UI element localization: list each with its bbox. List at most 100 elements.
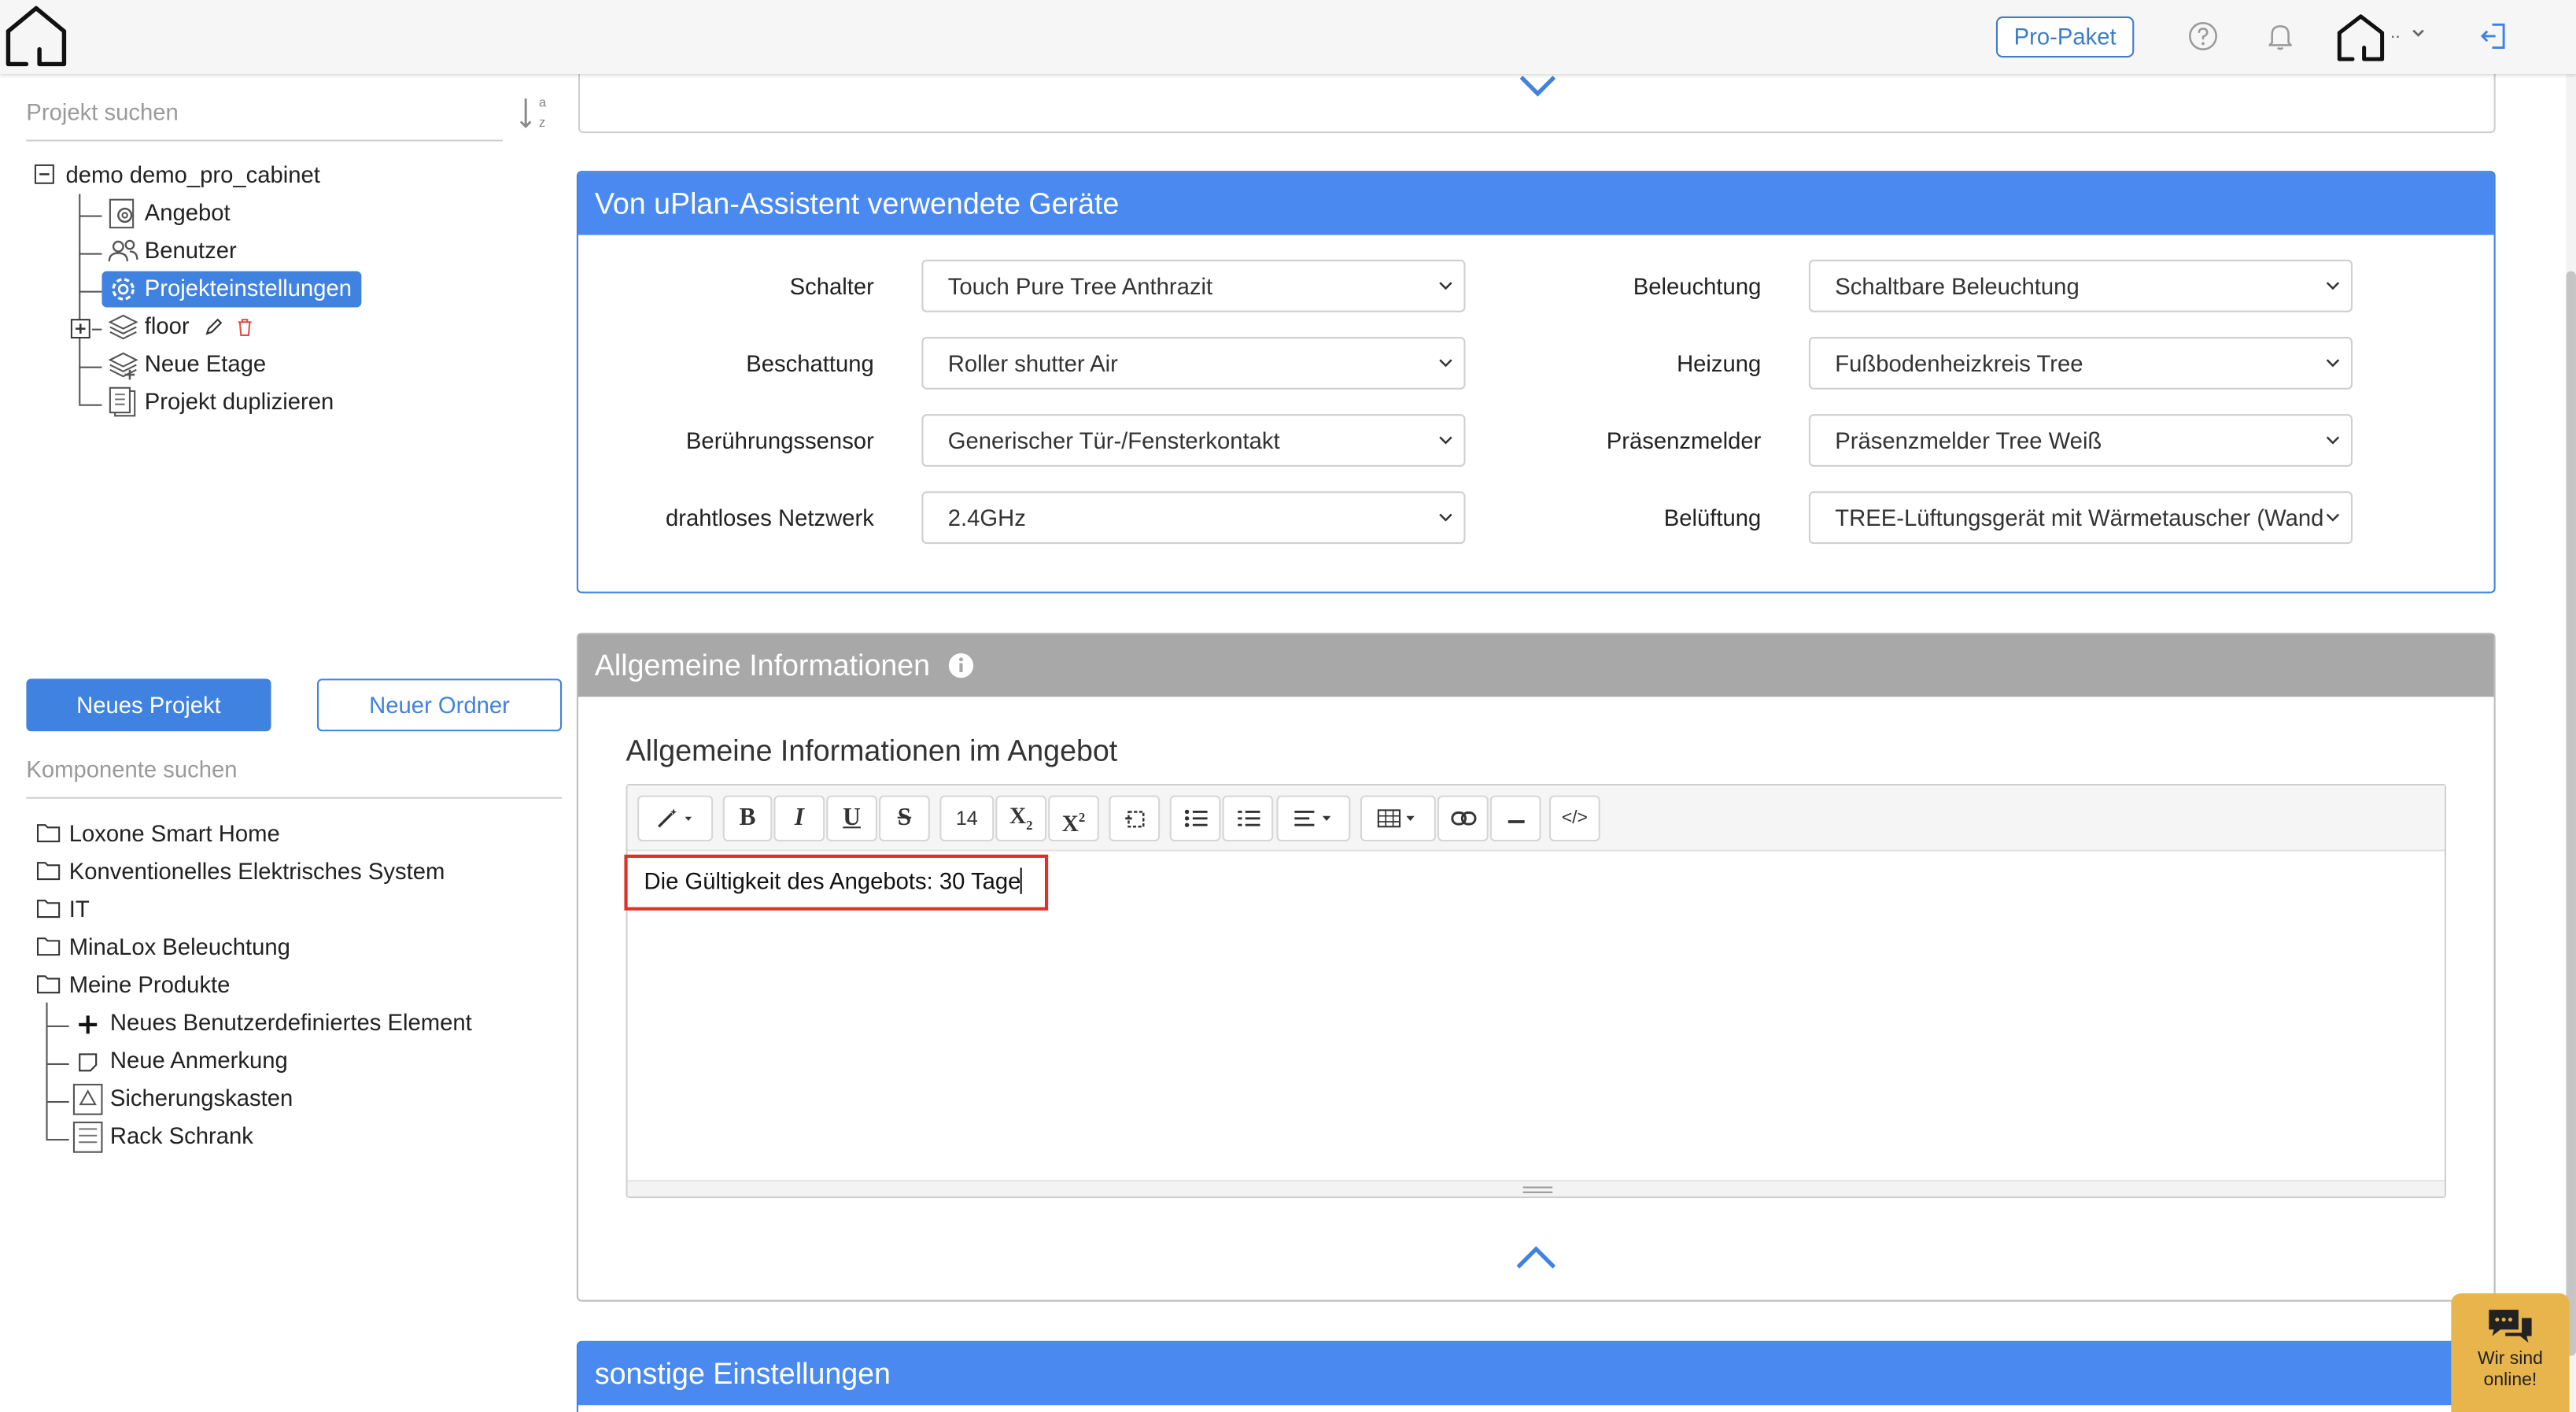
new-project-button[interactable]: Neues Projekt [26, 678, 271, 732]
tree-connector [91, 328, 102, 331]
note-icon [79, 1053, 98, 1072]
schalter-select[interactable]: Touch Pure Tree Anthrazit [921, 259, 1466, 312]
layers-icon [108, 314, 138, 340]
editor-toolbar: B I U S 14 X2 X2 </> [627, 785, 2445, 852]
page-scrollbar[interactable] [2566, 73, 2576, 1412]
beleuchtung-select[interactable]: Schaltbare Beleuchtung [1808, 259, 2353, 312]
rich-text-editor: B I U S 14 X2 X2 </> [626, 783, 2447, 1199]
eraser-button[interactable] [1109, 795, 1161, 842]
trash-icon[interactable] [235, 317, 255, 337]
tree-connector [46, 1138, 69, 1141]
belueftung-select[interactable]: TREE-Lüftungsgerät mit Wärmetauscher (Wa… [1808, 491, 2353, 545]
chevron-down-icon[interactable] [2410, 24, 2427, 41]
tree-item-projekteinstellungen[interactable]: Projekteinstellungen [101, 271, 362, 308]
select-value: 2.4GHz [947, 505, 1026, 531]
devices-panel-title: Von uPlan-Assistent verwendete Geräte [578, 172, 2494, 235]
select-value: Schaltbare Beleuchtung [1835, 272, 2080, 300]
help-icon[interactable] [2187, 20, 2220, 53]
table-icon [1377, 809, 1415, 828]
general-info-title: Allgemeine Informationen [594, 649, 931, 682]
tree-item-angebot[interactable]: Angebot [145, 199, 231, 225]
link-icon [1450, 811, 1476, 826]
subscript-button[interactable]: X2 [995, 795, 1047, 842]
item-sicherungskasten[interactable]: Sicherungskasten [110, 1085, 293, 1111]
chevron-down-icon [1439, 282, 1452, 290]
new-folder-button[interactable]: Neuer Ordner [316, 678, 563, 732]
folder-loxone-smart-home[interactable]: Loxone Smart Home [69, 820, 280, 846]
item-neues-benutzerdefiniertes-element[interactable]: Neues Benutzerdefiniertes Element [110, 1009, 472, 1035]
tree-item-label: Projekteinstellungen [144, 274, 352, 301]
underline-button[interactable]: U [826, 795, 877, 842]
superscript-button[interactable]: X2 [1048, 795, 1099, 842]
tree-item-projekt-duplizieren[interactable]: Projekt duplizieren [145, 388, 334, 414]
tree-connector [79, 366, 102, 368]
user-house-icon[interactable] [2334, 12, 2387, 65]
folder-it[interactable]: IT [69, 896, 90, 922]
italic-button[interactable]: I [773, 795, 825, 842]
tree-connector [46, 1063, 69, 1066]
tree-item-neue-etage[interactable]: Neue Etage [145, 350, 266, 376]
sort-az-icon[interactable]: a z [516, 94, 552, 136]
item-neue-anmerkung[interactable]: Neue Anmerkung [110, 1047, 288, 1073]
chat-widget[interactable]: Wir sind online! [2451, 1293, 2570, 1412]
editor-resize-bar[interactable] [627, 1180, 2445, 1197]
praesenzmelder-select[interactable]: Präsenzmelder Tree Weiß [1808, 414, 2353, 467]
folder-icon [36, 937, 61, 956]
project-search-input[interactable]: Projekt suchen [26, 98, 503, 142]
horizontal-rule-button[interactable] [1489, 795, 1541, 842]
select-value: Fußbodenheizkreis Tree [1835, 349, 2083, 377]
numbered-list-button[interactable] [1222, 795, 1274, 842]
bold-button[interactable]: B [722, 795, 773, 842]
edit-pencil-icon[interactable] [204, 317, 223, 337]
select-value: Touch Pure Tree Anthrazit [947, 272, 1213, 300]
code-view-button[interactable]: </> [1548, 795, 1600, 842]
house-logo-icon[interactable] [3, 3, 69, 69]
table-button[interactable] [1360, 795, 1436, 842]
resize-grip-icon[interactable] [1522, 1186, 1553, 1193]
beruehrungssensor-select[interactable]: Generischer Tür-/Fensterkontakt [921, 414, 1466, 467]
tree-connector [46, 1025, 69, 1027]
info-icon[interactable] [948, 652, 974, 678]
beschattung-select[interactable]: Roller shutter Air [921, 337, 1466, 390]
sort-a-label: a [539, 95, 547, 110]
user-name-dots: .. [2390, 23, 2401, 43]
tree-item-benutzer[interactable]: Benutzer [145, 237, 237, 263]
field-label: Belüftung [1663, 505, 1762, 531]
editor-content[interactable]: Die Gültigkeit des Angebots: 30 Tage [644, 867, 1023, 894]
chevron-down-icon[interactable] [1518, 74, 1557, 97]
expand-icon[interactable] [70, 319, 90, 339]
component-search-placeholder: Komponente suchen [26, 756, 238, 782]
folder-minalox[interactable]: MinaLox Beleuchtung [69, 933, 290, 959]
sort-z-label: z [539, 115, 545, 130]
general-info-header: Allgemeine Informationen [578, 634, 2494, 697]
plus-icon [79, 1015, 98, 1034]
horizontal-rule-icon [1507, 820, 1524, 823]
logout-icon[interactable] [2478, 20, 2511, 53]
rack-icon [72, 1122, 103, 1153]
bullet-list-button[interactable] [1169, 795, 1221, 842]
chevron-down-icon [2326, 513, 2340, 522]
folder-meine-produkte[interactable]: Meine Produkte [69, 971, 231, 997]
drahtloses-netzwerk-select[interactable]: 2.4GHz [921, 491, 1466, 545]
component-search-input[interactable]: Komponente suchen [26, 756, 563, 799]
eraser-icon [1124, 811, 1144, 828]
magic-wand-button[interactable] [637, 795, 714, 842]
heizung-select[interactable]: Fußbodenheizkreis Tree [1808, 337, 2353, 390]
bell-icon[interactable] [2264, 20, 2297, 53]
tree-connector [79, 194, 81, 405]
align-button[interactable] [1276, 795, 1351, 842]
other-settings-title[interactable]: sonstige Einstellungen [578, 1342, 2494, 1406]
chevron-down-icon [1439, 513, 1452, 522]
scrollbar-thumb[interactable] [2566, 271, 2576, 1356]
collapse-icon[interactable] [34, 164, 54, 184]
item-rack-schrank[interactable]: Rack Schrank [110, 1122, 253, 1148]
pro-package-button[interactable]: Pro-Paket [1995, 16, 2135, 58]
strikethrough-button[interactable]: S [879, 795, 930, 842]
project-root[interactable]: demo demo_pro_cabinet [66, 161, 320, 187]
folder-konventionelles[interactable]: Konventionelles Elektrisches System [69, 858, 445, 884]
chevron-up-icon[interactable] [1515, 1244, 1557, 1270]
fusebox-icon [72, 1084, 103, 1115]
tree-item-floor[interactable]: floor [145, 312, 190, 338]
link-button[interactable] [1437, 795, 1489, 842]
font-size-button[interactable]: 14 [939, 795, 995, 842]
